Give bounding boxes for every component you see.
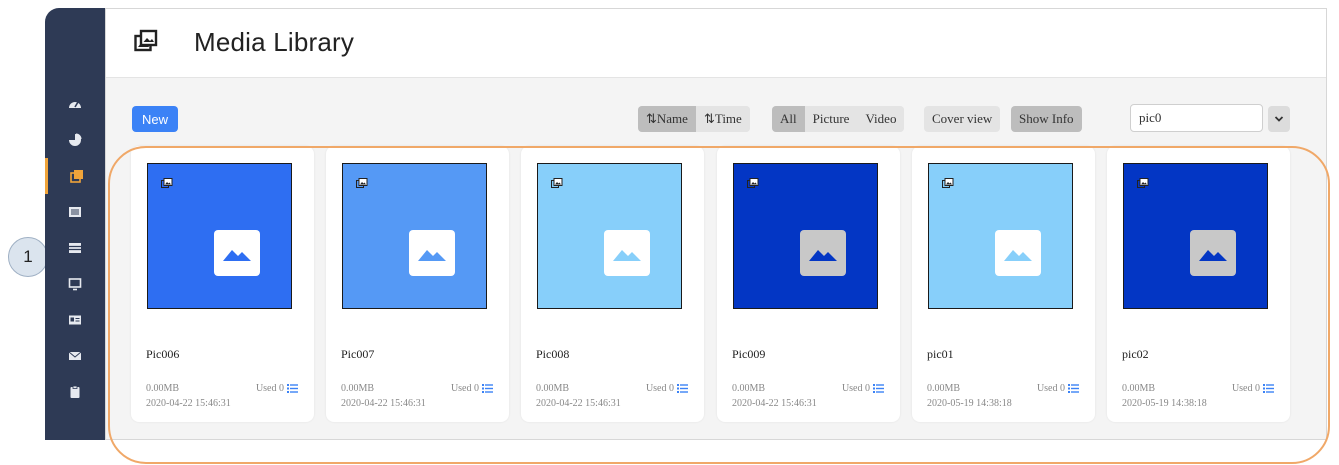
search-input[interactable]: pic0 <box>1130 104 1263 132</box>
sidebar-item-schedules[interactable] <box>45 230 105 266</box>
sidebar <box>45 8 105 440</box>
sidebar-item-accounts[interactable] <box>45 302 105 338</box>
page-title: Media Library <box>194 27 355 57</box>
sidebar-item-devices[interactable] <box>45 266 105 302</box>
chevron-down-icon <box>1274 116 1284 122</box>
monitor-icon <box>68 278 82 291</box>
show-info-button[interactable]: Show Info <box>1011 106 1082 132</box>
filter-all-button[interactable]: All <box>772 106 805 132</box>
type-filter-group: All Picture Video <box>772 106 905 132</box>
highlight-outline <box>108 146 1330 464</box>
filter-video-button[interactable]: Video <box>857 106 905 132</box>
sort-toggle-group: ⇅Name ⇅Time <box>638 106 750 132</box>
callout-number: 1 <box>8 237 48 277</box>
search-dropdown-button[interactable] <box>1268 106 1290 132</box>
filter-picture-button[interactable]: Picture <box>804 106 858 132</box>
sidebar-item-programs[interactable] <box>45 194 105 230</box>
sidebar-item-statistics[interactable] <box>45 122 105 158</box>
cover-view-button[interactable]: Cover view <box>924 106 1001 132</box>
sidebar-item-logs[interactable] <box>45 374 105 410</box>
id-card-icon <box>69 315 81 325</box>
dashboard-icon <box>69 101 81 108</box>
sort-by-name-button[interactable]: ⇅Name <box>638 106 696 132</box>
mail-icon <box>68 351 82 360</box>
sidebar-item-media-library[interactable] <box>45 158 105 194</box>
list-icon <box>69 207 81 217</box>
pie-chart-icon <box>69 133 82 146</box>
page-header: Media Library <box>106 9 1326 78</box>
sidebar-item-dashboard[interactable] <box>45 86 105 122</box>
sort-by-time-button[interactable]: ⇅Time <box>695 106 750 132</box>
new-button[interactable]: New <box>132 106 178 132</box>
media-library-icon <box>69 170 83 183</box>
table-icon <box>69 243 81 253</box>
sidebar-item-messages[interactable] <box>45 338 105 374</box>
clipboard-icon <box>70 385 80 398</box>
media-library-icon <box>134 29 158 52</box>
